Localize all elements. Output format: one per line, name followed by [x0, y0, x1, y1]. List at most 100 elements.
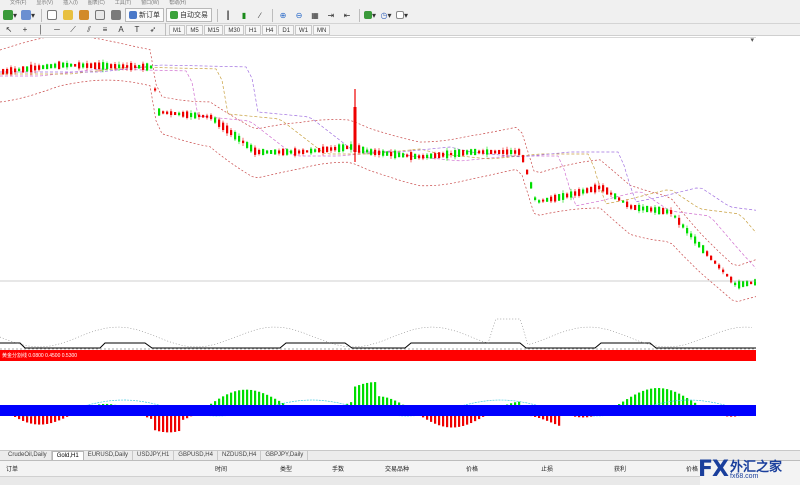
templates-button[interactable]: ▾ — [395, 8, 409, 22]
menu-window[interactable]: 窗口(W) — [141, 0, 159, 7]
zoom-out-button[interactable]: ⊖ — [292, 8, 306, 22]
tab-gold[interactable]: Gold,H1 — [51, 451, 84, 460]
candle — [258, 149, 261, 155]
arrows-button[interactable]: ➶ — [146, 23, 160, 37]
candle — [294, 148, 297, 156]
timeframe-m5[interactable]: M5 — [186, 24, 203, 35]
new-chart-button[interactable]: ▾ — [2, 8, 18, 22]
candle — [606, 187, 609, 195]
col-price-current[interactable]: 价格 — [686, 464, 698, 473]
menu-file[interactable]: 文件(F) — [10, 0, 26, 7]
candle — [594, 184, 597, 193]
menu-insert[interactable]: 插入(I) — [63, 0, 78, 7]
main-toolbar: ▾ ▾ 新订单 自动交易 ┃ ▮ ∕ ⊕ ⊖ ▦ ⇥ ⇤ ▾ ◷ ▾ ▾ — [0, 7, 800, 24]
bar-chart-button[interactable]: ┃ — [221, 8, 235, 22]
candle — [234, 131, 237, 140]
menu-charts[interactable]: 图表(C) — [88, 0, 105, 7]
candle — [506, 149, 509, 155]
chart-window[interactable]: 黄金分割线 0.0800 0.4500 0.5300 — [0, 37, 756, 450]
candle — [642, 206, 645, 211]
trendline-button[interactable]: ⟋ — [66, 23, 80, 37]
text-button[interactable]: A — [114, 23, 128, 37]
menu-help[interactable]: 帮助(H) — [169, 0, 186, 7]
candle — [750, 281, 753, 285]
profiles-button[interactable]: ▾ — [20, 8, 36, 22]
tile-windows-button[interactable]: ▦ — [308, 8, 322, 22]
autoscroll-button[interactable]: ⇤ — [340, 8, 354, 22]
menu-tools[interactable]: 工具(T) — [115, 0, 131, 7]
col-price[interactable]: 价格 — [466, 464, 478, 473]
mt4-window: 文件(F) 显示(V) 插入(I) 图表(C) 工具(T) 窗口(W) 帮助(H… — [0, 0, 800, 485]
candle — [458, 149, 461, 157]
data-window-button[interactable] — [61, 8, 75, 22]
chart-collapse-button[interactable]: ▾ — [750, 36, 754, 44]
candle — [386, 151, 389, 156]
col-sl[interactable]: 止损 — [541, 464, 553, 473]
col-type[interactable]: 类型 — [280, 464, 292, 473]
chart-shift-button[interactable]: ⇥ — [324, 8, 338, 22]
candle — [186, 111, 189, 118]
col-lots[interactable]: 手数 — [332, 464, 344, 473]
label-button[interactable]: T — [130, 23, 144, 37]
candle — [334, 146, 337, 151]
tab-usdjpy[interactable]: USDJPY,H1 — [133, 451, 175, 460]
tab-eurusd[interactable]: EURUSD,Daily — [84, 451, 134, 460]
channel-button[interactable]: ⫽ — [82, 23, 96, 37]
candlestick-button[interactable]: ▮ — [237, 8, 251, 22]
col-time[interactable]: 时间 — [215, 464, 227, 473]
tester-button[interactable] — [109, 8, 123, 22]
candle — [406, 154, 409, 157]
timeframe-m15[interactable]: M15 — [203, 24, 224, 35]
candle — [634, 205, 637, 210]
timeframe-mn[interactable]: MN — [313, 24, 331, 35]
auto-trading-button[interactable]: 自动交易 — [166, 8, 213, 22]
candle — [570, 191, 573, 198]
new-order-button[interactable]: 新订单 — [125, 8, 165, 22]
indicator-blue-bar — [0, 405, 756, 416]
timeframe-m30[interactable]: M30 — [224, 24, 245, 35]
line-chart-icon: ∕ — [259, 10, 261, 20]
candle — [353, 107, 357, 152]
terminal-icon — [95, 10, 106, 20]
cursor-button[interactable]: ↖ — [2, 23, 16, 37]
candle — [122, 64, 125, 69]
col-symbol[interactable]: 交易品种 — [385, 464, 409, 473]
candle — [398, 152, 401, 158]
candle — [218, 119, 221, 127]
fibonacci-button[interactable]: ≡ — [98, 23, 112, 37]
tab-crudeoil[interactable]: CrudeOil,Daily — [4, 451, 52, 460]
zoom-in-button[interactable]: ⊕ — [276, 8, 290, 22]
timeframe-h4[interactable]: H4 — [261, 24, 278, 35]
tab-gbpusd[interactable]: GBPUSD,H4 — [174, 451, 218, 460]
market-watch-button[interactable] — [45, 8, 59, 22]
col-tp[interactable]: 获利 — [614, 464, 626, 473]
navigator-button[interactable] — [77, 8, 91, 22]
candle — [306, 150, 309, 153]
terminal-row[interactable] — [0, 476, 700, 485]
candle — [50, 64, 53, 69]
candle — [566, 193, 569, 198]
terminal-button[interactable] — [93, 8, 107, 22]
menu-view[interactable]: 显示(V) — [36, 0, 53, 7]
price-chart[interactable] — [0, 37, 756, 450]
candle — [638, 204, 641, 212]
vertical-line-button[interactable]: │ — [34, 23, 48, 37]
tab-nzdusd[interactable]: NZDUSD,H4 — [218, 451, 262, 460]
candle — [282, 148, 285, 156]
candle — [142, 63, 145, 70]
candle — [266, 150, 269, 154]
candle — [146, 63, 149, 71]
timeframe-m1[interactable]: M1 — [169, 24, 186, 35]
col-order[interactable]: 订单 — [6, 464, 18, 473]
crosshair-button[interactable]: + — [18, 23, 32, 37]
timeframe-w1[interactable]: W1 — [295, 24, 313, 35]
candle — [82, 63, 85, 68]
candle — [378, 150, 381, 155]
horizontal-line-button[interactable]: ─ — [50, 23, 64, 37]
line-chart-button[interactable]: ∕ — [253, 8, 267, 22]
periods-button[interactable]: ◷ ▾ — [379, 8, 393, 22]
indicators-button[interactable]: ▾ — [363, 8, 377, 22]
tab-gbpjpy[interactable]: GBPJPY,Daily — [261, 451, 309, 460]
timeframe-h1[interactable]: H1 — [245, 24, 261, 35]
timeframe-d1[interactable]: D1 — [278, 24, 295, 35]
